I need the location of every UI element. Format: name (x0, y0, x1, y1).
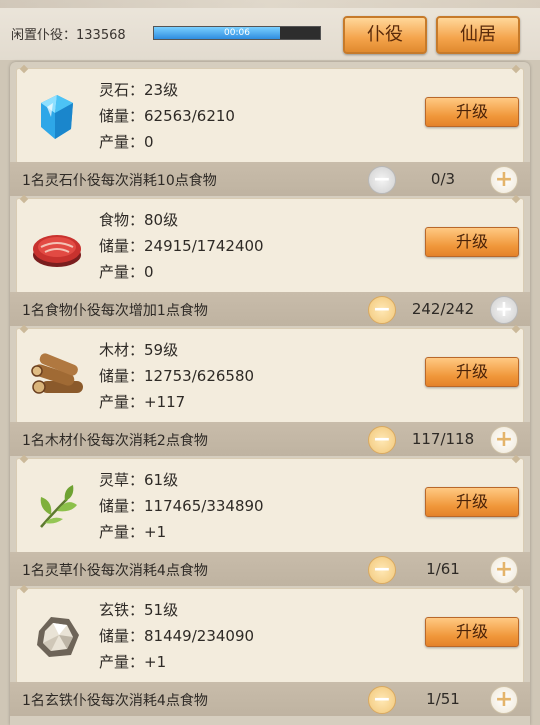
servant-count: 0/3 (430, 170, 456, 188)
wood-logs-icon (27, 349, 87, 405)
servant-row-herb: 1名灵草仆役每次消耗4点食物 − 1/61 + (10, 552, 530, 586)
servant-description: 1名灵石仆役每次消耗10点食物 (22, 173, 217, 189)
timer-text: 00:06 (224, 28, 250, 38)
resource-output: 产量：+117 (99, 393, 186, 411)
top-decoration (0, 0, 540, 8)
resource-card-spirit-stone: 灵石：23级 储量：62563/6210 产量：0 升级 (16, 68, 524, 164)
idle-servants-text: 闲置仆役： (11, 28, 77, 43)
resource-output: 产量：0 (99, 133, 154, 151)
upgrade-button[interactable]: 升级 (425, 227, 519, 257)
servant-count: 1/51 (426, 690, 460, 708)
herb-leaf-icon (27, 479, 87, 535)
resource-card-herb: 灵草：61级 储量：117465/334890 产量：+1 升级 (16, 458, 524, 554)
resource-name-level: 灵草：61级 (99, 471, 179, 489)
minus-button[interactable]: − (368, 166, 396, 194)
resource-name-level: 木材：59级 (99, 341, 179, 359)
resource-name-level: 玄铁：51级 (99, 601, 179, 619)
servant-description: 1名食物仆役每次增加1点食物 (22, 303, 208, 319)
resource-name-level: 灵石：23级 (99, 81, 179, 99)
plus-button[interactable]: + (490, 686, 518, 714)
servant-description: 1名木材仆役每次消耗2点食物 (22, 433, 208, 449)
minus-button[interactable]: − (368, 556, 396, 584)
timer-progress-bar: 00:06 (153, 26, 321, 40)
resource-card-wood: 木材：59级 储量：12753/626580 产量：+117 升级 (16, 328, 524, 424)
servant-row-food: 1名食物仆役每次增加1点食物 − 242/242 + (10, 292, 530, 326)
servant-description: 1名玄铁仆役每次消耗4点食物 (22, 693, 208, 709)
spirit-stone-icon (27, 89, 87, 145)
iron-ore-icon (27, 609, 87, 665)
resource-card-food: 食物：80级 储量：24915/1742400 产量：0 升级 (16, 198, 524, 294)
resource-name-level: 食物：80级 (99, 211, 179, 229)
minus-button[interactable]: − (368, 686, 396, 714)
plus-button[interactable]: + (490, 556, 518, 584)
resource-output: 产量：0 (99, 263, 154, 281)
meat-icon (27, 219, 87, 275)
servant-row-iron: 1名玄铁仆役每次消耗4点食物 − 1/51 + (10, 682, 530, 716)
servant-count: 117/118 (411, 430, 475, 448)
idle-servants-label: 闲置仆役：133568 (11, 24, 126, 43)
servants-tab-button[interactable]: 仆役 (343, 16, 427, 54)
resource-storage: 储量：12753/626580 (99, 367, 255, 385)
plus-button[interactable]: + (490, 426, 518, 454)
minus-button[interactable]: − (368, 296, 396, 324)
residence-tab-button[interactable]: 仙居 (436, 16, 520, 54)
plus-button[interactable]: + (490, 296, 518, 324)
minus-button[interactable]: − (368, 426, 396, 454)
upgrade-button[interactable]: 升级 (425, 357, 519, 387)
servant-count: 242/242 (411, 300, 475, 318)
resource-card-iron: 玄铁：51级 储量：81449/234090 产量：+1 升级 (16, 588, 524, 684)
servant-row-spirit-stone: 1名灵石仆役每次消耗10点食物 − 0/3 + (10, 162, 530, 196)
resource-output: 产量：+1 (99, 653, 167, 671)
resource-storage: 储量：24915/1742400 (99, 237, 264, 255)
upgrade-button[interactable]: 升级 (425, 487, 519, 517)
servant-description: 1名灵草仆役每次消耗4点食物 (22, 563, 208, 579)
resource-storage: 储量：117465/334890 (99, 497, 264, 515)
upgrade-button[interactable]: 升级 (425, 617, 519, 647)
servant-count: 1/61 (426, 560, 460, 578)
idle-servants-count: 133568 (76, 28, 126, 43)
resource-storage: 储量：81449/234090 (99, 627, 255, 645)
upgrade-button[interactable]: 升级 (425, 97, 519, 127)
resource-output: 产量：+1 (99, 523, 167, 541)
plus-button[interactable]: + (490, 166, 518, 194)
resource-storage: 储量：62563/6210 (99, 107, 235, 125)
servant-row-wood: 1名木材仆役每次消耗2点食物 − 117/118 + (10, 422, 530, 456)
